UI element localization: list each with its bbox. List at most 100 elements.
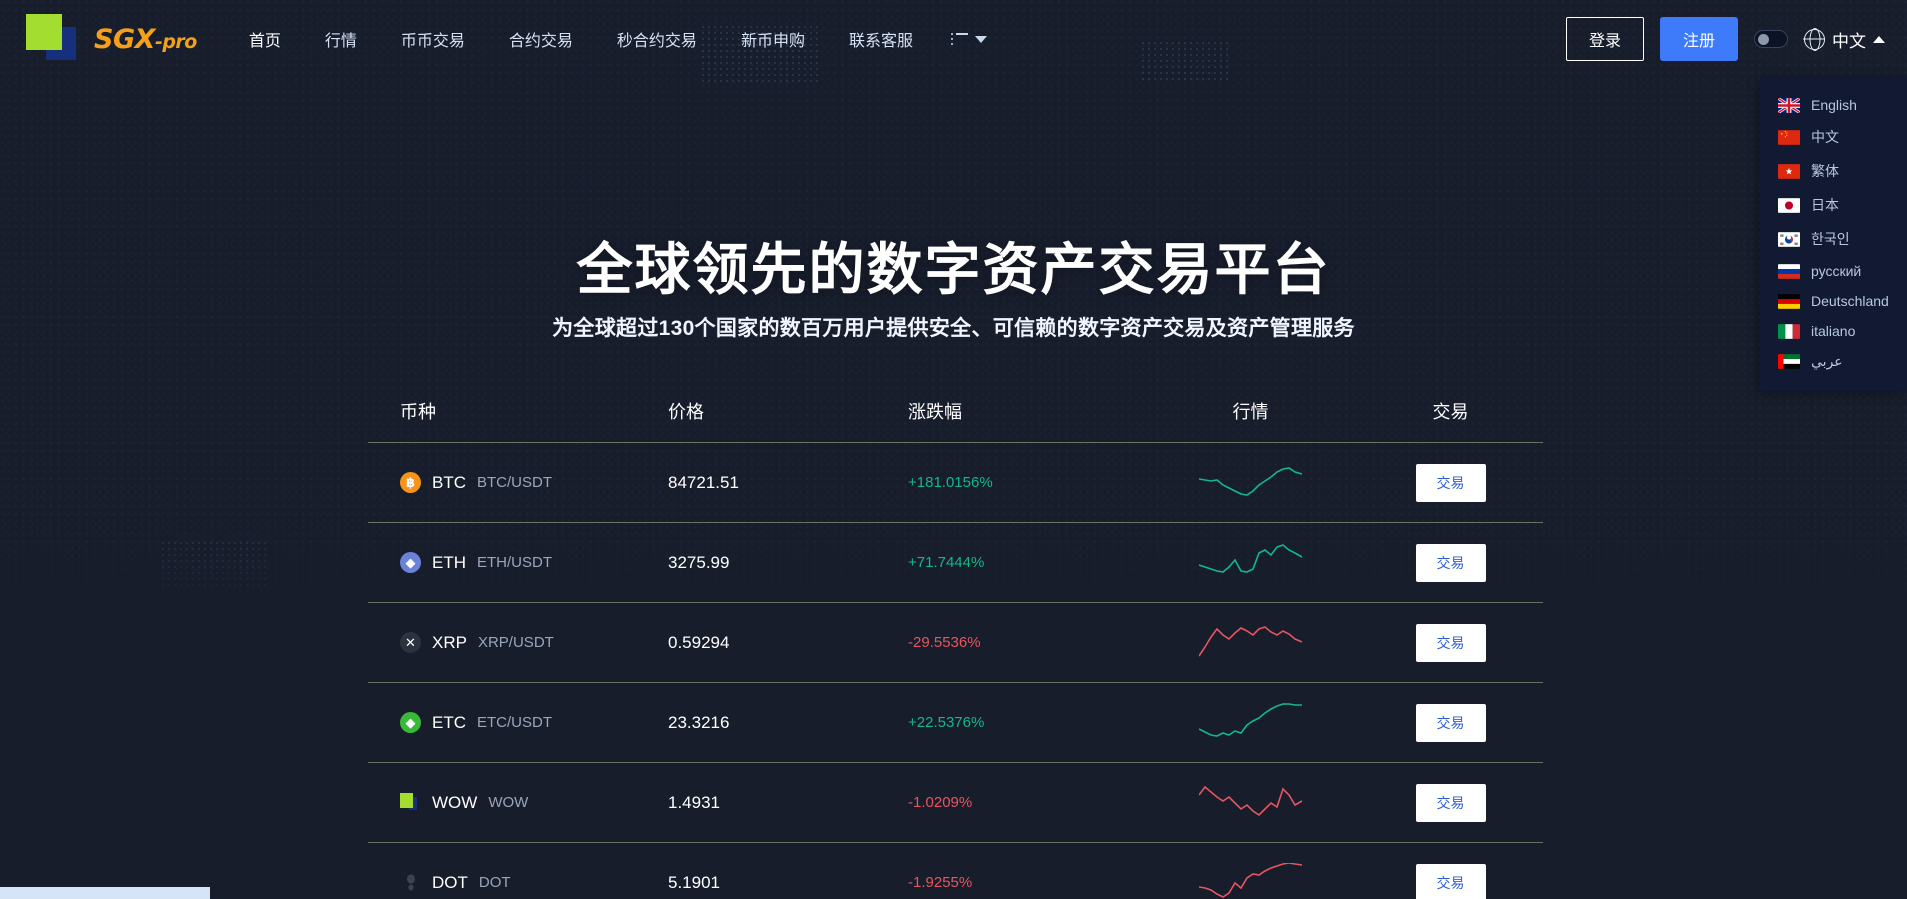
language-option-german[interactable]: Deutschland — [1760, 286, 1907, 316]
language-option-traditional[interactable]: 繁体 — [1760, 154, 1907, 188]
column-header-price: 价格 — [668, 402, 704, 422]
theme-toggle[interactable] — [1754, 30, 1788, 48]
nav-item-seconds[interactable]: 秒合约交易 — [595, 19, 719, 59]
trade-button[interactable]: 交易 — [1415, 863, 1486, 899]
language-option-russian[interactable]: русский — [1760, 256, 1907, 286]
column-header-coin: 币种 — [400, 402, 436, 422]
coin-pair: ETC/USDT — [477, 714, 552, 731]
market-table-header: 币种 价格 涨跌幅 行情 交易 — [368, 380, 1543, 442]
column-header-chart: 行情 — [1232, 402, 1269, 422]
coin-symbol: ETH — [432, 552, 466, 572]
language-option-label: italiano — [1811, 323, 1856, 339]
nav-more-menu[interactable] — [935, 25, 1003, 54]
language-option-english[interactable]: English — [1760, 90, 1907, 120]
change-cell: +181.0156% — [908, 474, 993, 491]
table-row[interactable]: DOT DOT 5.1901 -1.9255% 交易 — [368, 842, 1543, 899]
change-cell: -1.0209% — [908, 794, 973, 811]
change-cell: +71.7444% — [908, 554, 985, 571]
table-row[interactable]: ◆ ETH ETH/USDT 3275.99 +71.7444% 交易 — [368, 522, 1543, 602]
language-option-label: 한국인 — [1811, 231, 1850, 247]
toggle-knob — [1758, 34, 1769, 45]
flag-jp-icon — [1778, 197, 1800, 213]
trade-button[interactable]: 交易 — [1415, 543, 1486, 582]
wow-icon — [400, 792, 421, 813]
sparkline-chart — [1198, 543, 1302, 573]
nav-item-home[interactable]: 首页 — [227, 19, 303, 59]
trade-button[interactable]: 交易 — [1415, 783, 1486, 822]
sparkline-cell — [1143, 543, 1358, 583]
nav-item-markets[interactable]: 行情 — [303, 19, 379, 59]
language-option-label: 日本 — [1811, 197, 1839, 213]
coin-symbol: BTC — [432, 472, 466, 492]
coin-pair: BTC/USDT — [477, 474, 552, 491]
login-button[interactable]: 登录 — [1565, 17, 1644, 61]
sparkline-cell — [1143, 463, 1358, 503]
coin-symbol: XRP — [432, 632, 467, 652]
page-root: SGX-pro 首页 行情 币币交易 合约交易 秒合约交易 新币申购 联系客服 … — [0, 0, 1907, 899]
sparkline-chart — [1198, 862, 1302, 898]
sparkline-chart — [1198, 785, 1302, 816]
site-header: SGX-pro 首页 行情 币币交易 合约交易 秒合约交易 新币申购 联系客服 … — [0, 0, 1907, 78]
trade-cell: 交易 — [1358, 463, 1543, 502]
language-option-label: 繁体 — [1811, 163, 1839, 179]
language-selector[interactable]: 中文 — [1804, 27, 1885, 52]
hero-subtitle: 为全球超过130个国家的数百万用户提供安全、可信赖的数字资产交易及资产管理服务 — [552, 317, 1355, 340]
language-option-label: русский — [1811, 263, 1862, 279]
coin-cell: ✕ XRP XRP/USDT — [368, 632, 668, 653]
chevron-up-icon — [1873, 35, 1885, 43]
table-row[interactable]: ✕ XRP XRP/USDT 0.59294 -29.5536% 交易 — [368, 602, 1543, 682]
market-table: 币种 价格 涨跌幅 行情 交易 ฿ BTC BTC/USDT 84721.51 … — [368, 380, 1543, 899]
trade-button[interactable]: 交易 — [1415, 703, 1486, 742]
language-option-italian[interactable]: italiano — [1760, 316, 1907, 346]
browser-status-bar — [0, 887, 210, 899]
flag-de-icon — [1778, 293, 1800, 309]
sparkline-cell — [1143, 702, 1358, 743]
price-cell: 0.59294 — [668, 632, 730, 652]
coin-cell: ◆ ETH ETH/USDT — [368, 552, 668, 573]
language-option-label: English — [1811, 97, 1857, 113]
language-option-korean[interactable]: 한국인 — [1760, 222, 1907, 256]
site-logo[interactable]: SGX-pro — [26, 14, 197, 64]
column-header-trade: 交易 — [1432, 402, 1469, 422]
coin-pair: DOT — [478, 874, 511, 891]
price-cell: 3275.99 — [668, 552, 730, 572]
language-option-label: 中文 — [1811, 129, 1839, 145]
trade-cell: 交易 — [1358, 783, 1543, 822]
language-current-label: 中文 — [1832, 31, 1866, 51]
language-option-chinese[interactable]: 中文 — [1760, 120, 1907, 154]
nav-item-contract[interactable]: 合约交易 — [487, 19, 595, 59]
flag-it-icon — [1778, 323, 1800, 339]
nav-item-support[interactable]: 联系客服 — [827, 19, 935, 59]
nav-item-spot[interactable]: 币币交易 — [379, 19, 487, 59]
table-row[interactable]: WOW WOW 1.4931 -1.0209% 交易 — [368, 762, 1543, 842]
coin-symbol: DOT — [432, 872, 468, 892]
flag-hk-icon — [1778, 163, 1800, 179]
flag-kr-icon — [1778, 231, 1800, 247]
language-dropdown[interactable]: English 中文 繁体 日本 한국인 русский Deutschland… — [1760, 78, 1907, 391]
price-cell: 1.4931 — [668, 792, 720, 812]
language-option-label: عربي — [1811, 353, 1843, 369]
trade-button[interactable]: 交易 — [1415, 463, 1486, 502]
coin-cell: ฿ BTC BTC/USDT — [368, 472, 668, 493]
column-header-change: 涨跌幅 — [908, 402, 962, 422]
language-option-arabic[interactable]: عربي — [1760, 346, 1907, 377]
xrp-icon: ✕ — [400, 632, 421, 653]
main-navigation: 首页 行情 币币交易 合约交易 秒合约交易 新币申购 联系客服 — [227, 19, 1003, 59]
language-option-japanese[interactable]: 日本 — [1760, 188, 1907, 222]
logo-text-main: SGX — [94, 23, 155, 55]
price-cell: 84721.51 — [668, 472, 739, 492]
register-button[interactable]: 注册 — [1659, 17, 1738, 61]
etc-icon: ◆ — [400, 712, 421, 733]
table-row[interactable]: ฿ BTC BTC/USDT 84721.51 +181.0156% 交易 — [368, 442, 1543, 522]
table-row[interactable]: ◆ ETC ETC/USDT 23.3216 +22.5376% 交易 — [368, 682, 1543, 762]
change-cell: -1.9255% — [908, 874, 973, 891]
price-cell: 5.1901 — [668, 872, 720, 892]
header-actions: 登录 注册 中文 — [1565, 17, 1885, 61]
sparkline-cell — [1143, 862, 1358, 899]
nav-item-newcoin[interactable]: 新币申购 — [719, 19, 827, 59]
trade-button[interactable]: 交易 — [1415, 623, 1486, 662]
logo-wordmark: SGX-pro — [94, 24, 197, 55]
trade-cell: 交易 — [1358, 543, 1543, 582]
change-cell: -29.5536% — [908, 634, 981, 651]
chevron-down-icon — [974, 35, 987, 43]
